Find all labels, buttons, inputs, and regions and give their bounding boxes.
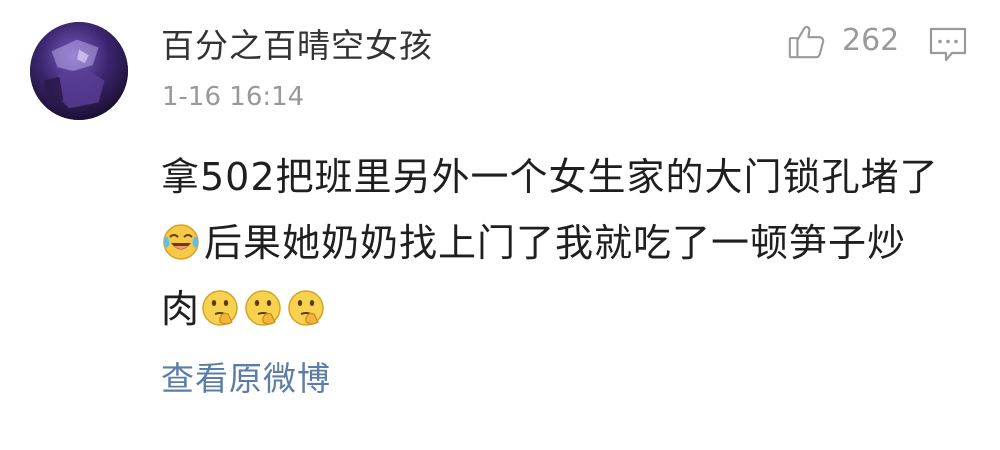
like-count: 262 [842,23,900,58]
thinking-emoji-icon [286,288,326,328]
timestamp: 1-16 16:14 [162,82,305,112]
comment-line: 拿502把班里另外一个女生家的大门锁孔堵了 [161,144,971,210]
comment-line-text: 后果她奶奶找上门了我就吃了一顿笋子炒 [204,221,907,265]
comment-icon [929,27,967,62]
avatar-image [30,22,128,120]
avatar[interactable] [30,22,128,120]
like-button[interactable]: 262 [786,18,899,64]
thumbs-up-icon [786,20,828,62]
comment-line-text: 拿502把班里另外一个女生家的大门锁孔堵了 [161,155,939,199]
reply-button[interactable] [926,22,970,66]
comment-line-text: 肉 [161,287,201,331]
thinking-emoji-icon [200,288,240,328]
view-original-weibo-link[interactable]: 查看原微博 [161,357,331,401]
comment-text: 拿502把班里另外一个女生家的大门锁孔堵了 后果她奶奶找上门了我就吃了一顿笋子炒… [161,144,971,342]
username[interactable]: 百分之百晴空女孩 [161,24,433,68]
thinking-emoji-icon [243,288,283,328]
comment-line: 肉 [161,276,971,342]
laugh-cry-emoji-icon [161,222,201,262]
comment-line: 后果她奶奶找上门了我就吃了一顿笋子炒 [161,210,971,276]
